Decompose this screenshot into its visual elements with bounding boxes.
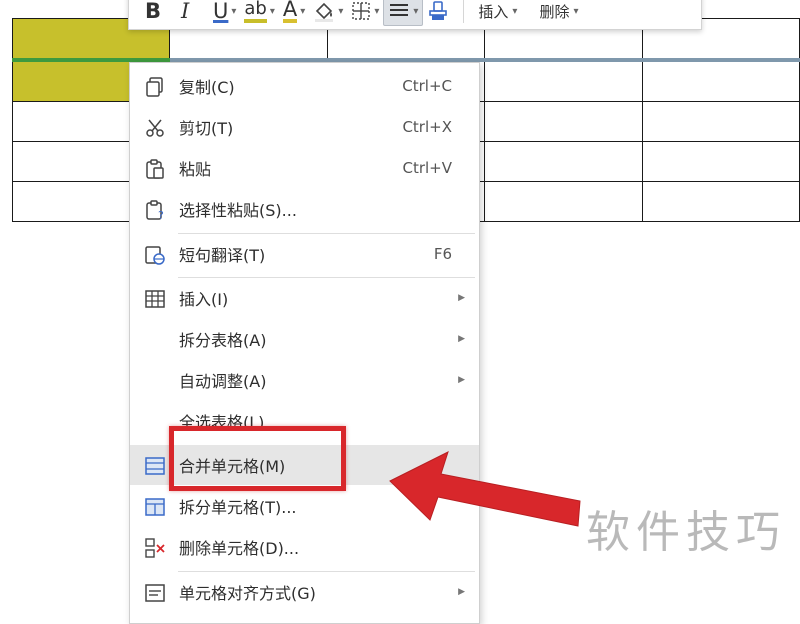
arrow-head-icon [389, 451, 581, 527]
watermark-text: 软件技巧 [586, 507, 786, 558]
